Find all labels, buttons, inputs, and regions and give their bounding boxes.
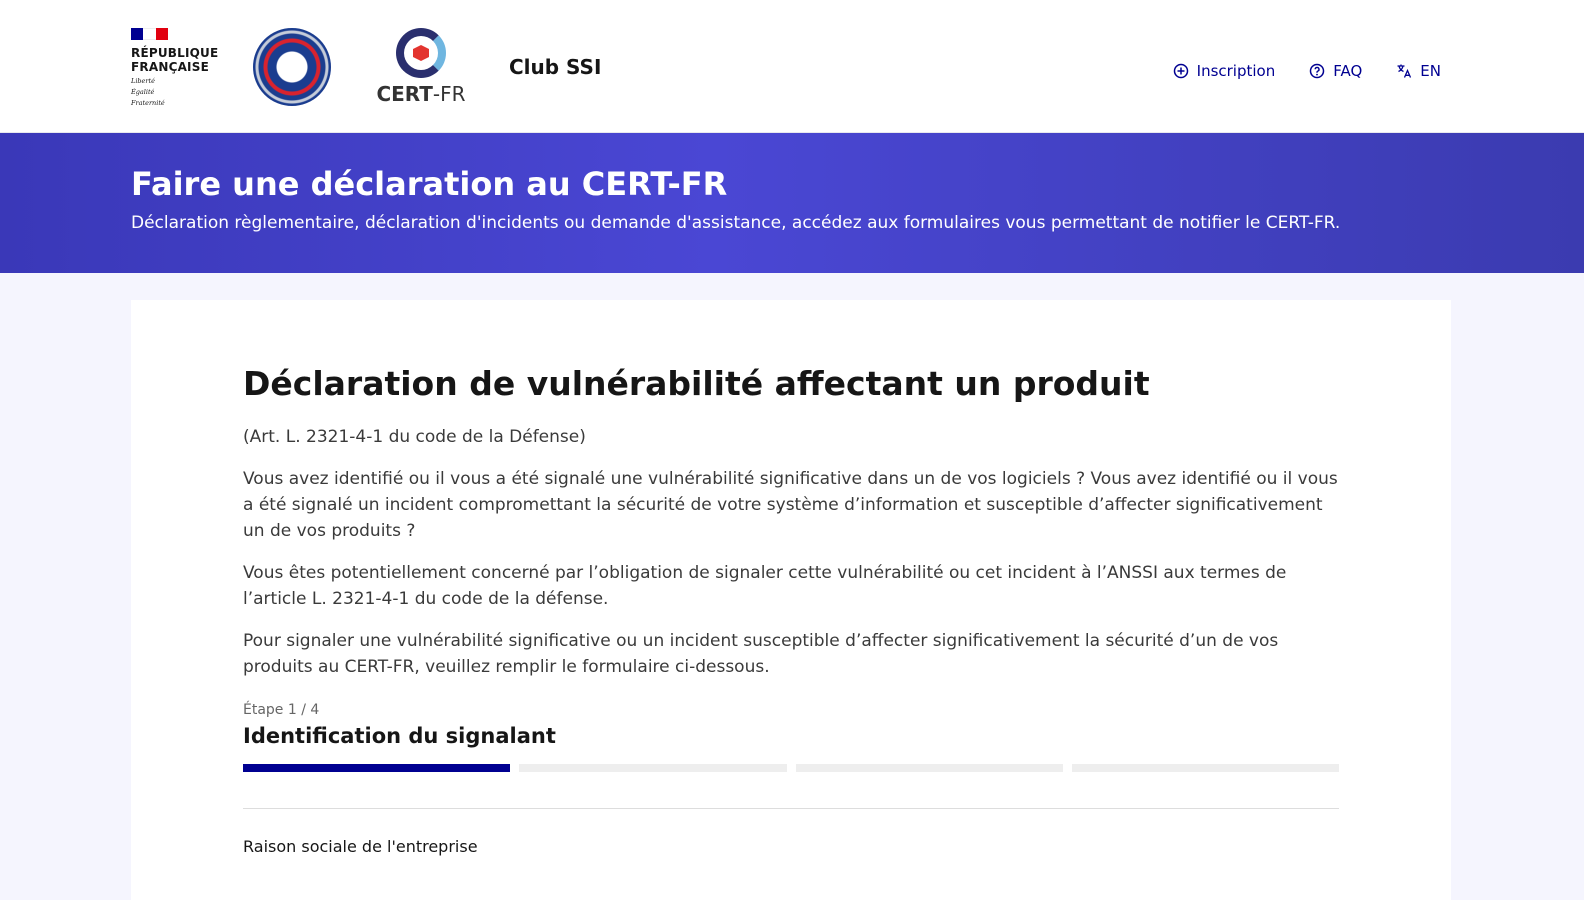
header-logos: RÉPUBLIQUE FRANÇAISE Liberté Égalité Fra… — [131, 26, 601, 108]
logo-line-1: RÉPUBLIQUE — [131, 45, 219, 60]
step-title: Identification du signalant — [243, 724, 556, 748]
cert-fr-logo[interactable]: CERT-FR — [375, 28, 467, 106]
service-name[interactable]: Club SSI — [509, 55, 601, 79]
step-progress — [243, 764, 1339, 772]
hero-banner: Faire une déclaration au CERT-FR Déclara… — [0, 133, 1584, 273]
hero-title: Faire une déclaration au CERT-FR — [131, 165, 728, 203]
step-segment-2 — [519, 764, 787, 772]
logo-line-2: FRANÇAISE — [131, 59, 209, 74]
question-circle-icon — [1309, 63, 1325, 79]
anssi-seal-logo[interactable] — [253, 28, 331, 106]
intro-paragraph-1: Vous avez identifié ou il vous a été sig… — [243, 469, 1338, 541]
step-segment-1 — [243, 764, 511, 772]
step-segment-3 — [795, 764, 1063, 772]
republique-francaise-logo[interactable]: RÉPUBLIQUE FRANÇAISE Liberté Égalité Fra… — [131, 27, 226, 107]
cert-logo-bold: CERT — [376, 82, 433, 106]
flag-icon — [131, 27, 168, 40]
language-switch[interactable]: EN — [1396, 62, 1441, 80]
faq-link[interactable]: FAQ — [1309, 62, 1362, 80]
form-card: Déclaration de vulnérabilité affectant u… — [131, 300, 1451, 900]
inscription-link[interactable]: Inscription — [1173, 62, 1276, 80]
translate-icon — [1396, 63, 1412, 79]
inscription-label: Inscription — [1196, 62, 1276, 80]
law-reference: (Art. L. 2321-4-1 du code de la Défense) — [243, 427, 586, 447]
add-circle-icon — [1173, 63, 1189, 79]
section-divider — [243, 808, 1339, 809]
cert-logo-light: -FR — [432, 82, 466, 106]
intro-paragraph-2: Vous êtes potentiellement concerné par l… — [243, 563, 1287, 609]
devise-1: Liberté — [131, 76, 155, 85]
hero-subtitle: Déclaration règlementaire, déclaration d… — [131, 213, 1341, 233]
form-title: Déclaration de vulnérabilité affectant u… — [243, 364, 1150, 403]
devise-2: Égalité — [131, 87, 155, 96]
site-header: RÉPUBLIQUE FRANÇAISE Liberté Égalité Fra… — [0, 0, 1584, 133]
language-label: EN — [1420, 62, 1441, 80]
cert-logo-text: CERT-FR — [376, 82, 465, 106]
devise-3: Fraternité — [131, 98, 165, 107]
cert-ring-icon — [396, 28, 446, 78]
step-segment-4 — [1071, 764, 1339, 772]
intro-paragraph-3: Pour signaler une vulnérabilité signific… — [243, 631, 1279, 677]
step-counter: Étape 1 / 4 — [243, 702, 320, 718]
faq-label: FAQ — [1333, 62, 1363, 80]
company-name-label: Raison sociale de l'entreprise — [243, 837, 478, 856]
header-tools: Inscription FAQ EN — [1173, 62, 1441, 80]
